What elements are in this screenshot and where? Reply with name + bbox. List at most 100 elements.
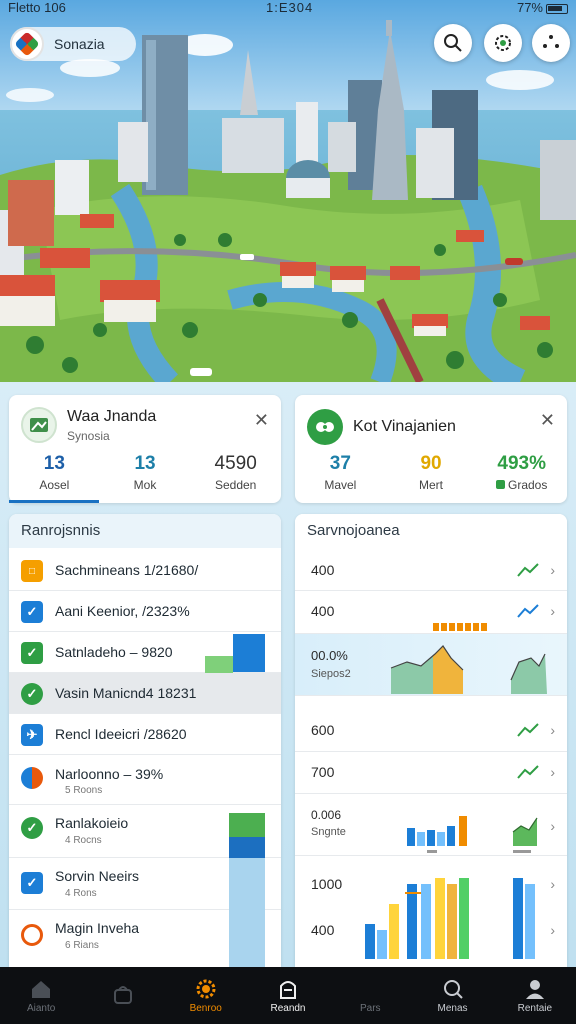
metric-value: 400 — [311, 922, 335, 938]
stat-value: 90 — [420, 453, 442, 474]
activity-list: Ranrojsnnis □ Sachmineans 1/21680/ ✓ Aan… — [9, 514, 281, 967]
nav-item-reandn[interactable]: Reandn — [247, 967, 329, 1024]
chevron-right-icon: › — [550, 764, 555, 780]
person-icon — [525, 979, 544, 999]
check-badge-icon: ✓ — [21, 817, 43, 839]
metric-row-highlight[interactable]: 00.0% Siepos2 — [295, 634, 567, 696]
stats-row: 13 Aosel 13 Mok 4590 Sedden — [9, 453, 281, 503]
list-item[interactable]: ✓ Aani Keenior, /2323% — [9, 591, 281, 632]
list-item-text: Rencl Ideeicri /28620 — [55, 726, 187, 742]
list-item[interactable]: ✓ Ranlakoieio 4 Rocns — [9, 805, 281, 859]
close-icon[interactable]: ✕ — [540, 411, 555, 429]
status-time: 1:E304 — [266, 0, 314, 15]
card-name: Kot Vinajanien — [353, 418, 456, 435]
list-item[interactable]: Narloonno – 39% 5 Roons — [9, 755, 281, 805]
city-map[interactable]: Fletto 106 1:E304 77% Sonazia — [0, 0, 576, 382]
search-button[interactable] — [434, 24, 472, 62]
stat-value: 4590 — [214, 453, 257, 474]
metric-row[interactable]: 400 › — [295, 591, 567, 634]
search-icon — [444, 34, 462, 52]
nav-label: Reandn — [270, 1002, 306, 1014]
metric-row[interactable]: 1000 400 › › — [295, 856, 567, 967]
close-icon[interactable]: ✕ — [254, 411, 269, 429]
chart-block-sub: Sngnte — [311, 826, 346, 838]
metric-value: 400 — [311, 603, 335, 619]
profile-card-right[interactable]: Kot Vinajanien ✕ 37 Mavel 90 Mert 493% Grad… — [295, 395, 567, 503]
bar-chart — [407, 816, 538, 853]
stats-row: 37 Mavel 90 Mert 493% Grados — [295, 453, 567, 503]
chevron-right-icon: › — [550, 722, 555, 738]
list-header: Sarvnojoanea — [295, 514, 567, 548]
metric-row[interactable]: 400 › — [295, 550, 567, 591]
stat[interactable]: 90 Mert — [386, 453, 477, 503]
status-carrier: Fletto 106 — [8, 0, 66, 15]
list-item-selected[interactable]: ✓ Vasin Manicnd4 18231 — [9, 673, 281, 714]
stat[interactable]: 4590 Sedden — [190, 453, 281, 503]
profile-avatar — [307, 409, 343, 445]
app-title: Sonazia — [54, 36, 105, 52]
profile-card-left[interactable]: Waa Jnanda Synosia ✕ 13 Aosel 13 Mok 4590 S… — [9, 395, 281, 503]
list-item[interactable]: ✓ Sorvin Neeirs 4 Rons — [9, 858, 281, 910]
card-name: Waa Jnanda — [67, 407, 157, 425]
stat[interactable]: 13 Aosel — [9, 453, 100, 503]
chevron-right-icon: › — [550, 876, 555, 892]
stat-label: Sedden — [214, 478, 257, 492]
home-icon — [32, 980, 51, 998]
app-logo-icon — [10, 27, 44, 61]
list-item[interactable]: Magin Inveha 6 Rians — [9, 910, 281, 967]
bar-blue — [229, 837, 265, 859]
nav-label: Benroo — [189, 1002, 222, 1014]
app-switcher[interactable]: Sonazia — [10, 27, 136, 61]
nav-item-pars[interactable]: Pars — [329, 967, 411, 1024]
chevron-right-icon: › — [550, 922, 555, 938]
check-icon: ✓ — [21, 601, 43, 623]
stat-label: Mok — [133, 478, 157, 492]
trend-up-icon — [517, 604, 539, 618]
list-item-sub: 6 Rians — [65, 940, 99, 951]
battery-icon — [546, 3, 568, 14]
card-subtitle: Synosia — [67, 428, 110, 443]
list-item[interactable]: ✓ Satnladeho – 9820 — [9, 632, 281, 673]
list-item-text: Aani Keenior, /2323% — [55, 603, 190, 619]
settings-button[interactable] — [484, 24, 522, 62]
stat[interactable]: 493% Grados — [476, 453, 567, 503]
check-icon: ✓ — [21, 872, 43, 894]
metric-row[interactable]: 0.006 Sngnte › — [295, 794, 567, 856]
stat-value: 493% — [497, 453, 546, 474]
metric-row[interactable]: 600 › — [295, 710, 567, 752]
list-item[interactable]: □ Sachmineans 1/21680/ — [9, 550, 281, 591]
check-icon: ✓ — [21, 642, 43, 664]
stat[interactable]: 13 Mok — [100, 453, 191, 503]
list-item[interactable]: ✈ Rencl Ideeicri /28620 — [9, 714, 281, 755]
trend-up-icon — [517, 723, 539, 737]
nav-label: Menas — [437, 1002, 468, 1014]
globe-icon — [21, 767, 43, 789]
area-chart — [390, 645, 547, 694]
stat-value: 37 — [329, 453, 351, 474]
stat-value: 13 — [134, 453, 156, 474]
list-item-text: Sorvin Neeirs — [55, 868, 140, 884]
highlight-value: 00.0% — [311, 648, 348, 663]
stat-label-text: Grados — [508, 478, 548, 492]
orange-marker — [433, 623, 487, 631]
nav-label: Pars — [359, 1002, 381, 1014]
stat[interactable]: 37 Mavel — [295, 453, 386, 503]
list-item-sub: 4 Rons — [65, 888, 97, 899]
metric-row[interactable]: 700 › — [295, 752, 567, 794]
gear-icon — [495, 35, 511, 51]
nav-item-bag[interactable] — [82, 967, 164, 1024]
nav-item-profile[interactable]: Rentaie — [494, 967, 576, 1024]
nav-item-benroo[interactable]: Benroo — [165, 967, 247, 1024]
bar-chart-large — [365, 878, 535, 959]
nav-item-home[interactable]: Aianto — [0, 967, 82, 1024]
card-header: Waa Jnanda Synosia — [21, 407, 156, 443]
list-item-text: Vasin Manicnd4 18231 — [55, 685, 197, 701]
leaf-icon — [316, 422, 334, 432]
list-item-text: Ranlakoieio — [55, 815, 129, 831]
more-button[interactable] — [532, 24, 570, 62]
bottom-nav: Aianto Benroo Reandn Pars Menas Rentaie — [0, 967, 576, 1024]
nav-item-menas[interactable]: Menas — [411, 967, 493, 1024]
grados-icon — [496, 480, 505, 489]
trend-up-icon — [517, 765, 539, 779]
map-icon — [30, 418, 48, 432]
